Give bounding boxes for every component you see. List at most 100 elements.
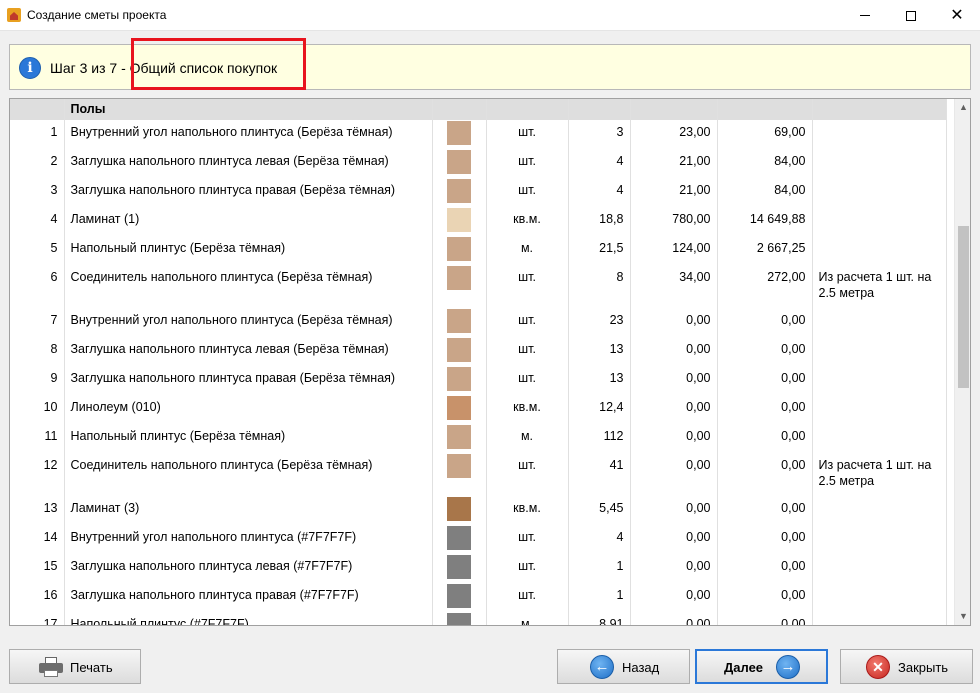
material-swatch-cell [432,612,487,625]
note-cell [812,612,947,625]
table-row[interactable]: 14 Внутренний угол напольного плинтуса (#… [10,525,947,554]
note-cell [812,337,947,366]
close-dialog-button[interactable]: ✕ Закрыть [840,649,973,684]
next-button[interactable]: Далее → [695,649,828,684]
row-number-cell: 17 [10,612,65,625]
material-swatch-cell [432,178,487,207]
material-swatch-cell [432,554,487,583]
scroll-up-arrow-icon[interactable]: ▲ [955,99,970,116]
color-swatch [447,555,471,579]
scroll-down-arrow-icon[interactable]: ▼ [955,608,970,625]
color-swatch [447,150,471,174]
material-swatch-cell [432,265,487,308]
note-cell [812,120,947,149]
quantity-cell: 4 [568,525,631,554]
close-button-label: Закрыть [898,660,949,675]
table-row[interactable]: 4 Ламинат (1) кв.м. 18,8 780,00 14 649,88 [10,207,947,236]
note-cell [812,178,947,207]
table-row[interactable]: 3 Заглушка напольного плинтуса правая (Бе… [10,178,947,207]
table-row[interactable]: 10 Линолеум (010) кв.м. 12,4 0,00 0,00 [10,395,947,424]
item-name-cell: Ламинат (3) [64,496,433,525]
title-bar: Создание сметы проекта ✕ [0,0,980,31]
quantity-cell: 12,4 [568,395,631,424]
unit-cell: кв.м. [486,496,569,525]
note-cell [812,207,947,236]
close-x-icon: ✕ [866,655,890,679]
row-number-cell: 6 [10,265,65,308]
price-cell: 0,00 [630,525,718,554]
color-swatch [447,208,471,232]
price-cell: 0,00 [630,366,718,395]
vertical-scrollbar[interactable]: ▲ ▼ [954,99,970,625]
app-icon [7,8,21,22]
total-cell: 14 649,88 [717,207,813,236]
price-cell: 0,00 [630,337,718,366]
scroll-thumb[interactable] [958,226,969,388]
close-window-button[interactable]: ✕ [934,0,980,31]
category-row: Полы [10,99,947,120]
total-cell: 84,00 [717,149,813,178]
table-row[interactable]: 8 Заглушка напольного плинтуса левая (Бер… [10,337,947,366]
unit-cell: шт. [486,453,569,496]
table-row[interactable]: 2 Заглушка напольного плинтуса левая (Бер… [10,149,947,178]
unit-cell: кв.м. [486,207,569,236]
total-cell: 0,00 [717,453,813,496]
maximize-button[interactable] [888,0,934,31]
total-cell: 0,00 [717,366,813,395]
price-cell: 0,00 [630,308,718,337]
total-cell: 2 667,25 [717,236,813,265]
price-cell: 21,00 [630,178,718,207]
window-title: Создание сметы проекта [27,8,167,22]
unit-cell: м. [486,612,569,625]
purchase-list-grid[interactable]: Полы 1 Внутренний угол напольного плинтус… [9,98,971,626]
total-cell: 0,00 [717,395,813,424]
row-number-cell: 12 [10,453,65,496]
note-cell [812,395,947,424]
note-cell [812,496,947,525]
minimize-button[interactable] [842,0,888,31]
table-row[interactable]: 12 Соединитель напольного плинтуса (Берёз… [10,453,947,496]
back-button[interactable]: ← Назад [557,649,690,684]
price-cell: 0,00 [630,424,718,453]
item-name-cell: Заглушка напольного плинтуса правая (Бер… [64,178,433,207]
print-button[interactable]: Печать [9,649,141,684]
unit-cell: шт. [486,583,569,612]
row-number-cell: 1 [10,120,65,149]
row-number-cell: 13 [10,496,65,525]
print-button-label: Печать [70,660,113,675]
table-row[interactable]: 6 Соединитель напольного плинтуса (Берёза… [10,265,947,308]
price-cell: 0,00 [630,496,718,525]
quantity-cell: 4 [568,149,631,178]
note-cell: Из расчета 1 шт. на 2.5 метра [812,453,947,496]
minimize-icon [860,15,870,16]
note-cell [812,554,947,583]
price-cell: 34,00 [630,265,718,308]
row-number-cell: 15 [10,554,65,583]
color-swatch [447,367,471,391]
price-cell: 0,00 [630,554,718,583]
printer-icon [39,657,63,677]
note-cell: Из расчета 1 шт. на 2.5 метра [812,265,947,308]
total-cell: 84,00 [717,178,813,207]
quantity-cell: 5,45 [568,496,631,525]
table-row[interactable]: 7 Внутренний угол напольного плинтуса (Бе… [10,308,947,337]
table-row[interactable]: 16 Заглушка напольного плинтуса правая (#… [10,583,947,612]
material-swatch-cell [432,236,487,265]
quantity-cell: 41 [568,453,631,496]
table-row[interactable]: 11 Напольный плинтус (Берёза тёмная) м. 112… [10,424,947,453]
color-swatch [447,526,471,550]
table-row[interactable]: 5 Напольный плинтус (Берёза тёмная) м. 21,5… [10,236,947,265]
quantity-cell: 8,91 [568,612,631,625]
material-swatch-cell [432,395,487,424]
material-swatch-cell [432,207,487,236]
table-row[interactable]: 13 Ламинат (3) кв.м. 5,45 0,00 0,00 [10,496,947,525]
item-name-cell: Напольный плинтус (Берёза тёмная) [64,424,433,453]
table-row[interactable]: 15 Заглушка напольного плинтуса левая (#7… [10,554,947,583]
table-row[interactable]: 9 Заглушка напольного плинтуса правая (Бе… [10,366,947,395]
color-swatch [447,613,471,625]
table-row[interactable]: 1 Внутренний угол напольного плинтуса (Бе… [10,120,947,149]
material-swatch-cell [432,308,487,337]
unit-cell: м. [486,424,569,453]
info-icon: i [19,57,41,79]
table-row[interactable]: 17 Напольный плинтус (#7F7F7F) м. 8,91 0,00 0… [10,612,947,625]
